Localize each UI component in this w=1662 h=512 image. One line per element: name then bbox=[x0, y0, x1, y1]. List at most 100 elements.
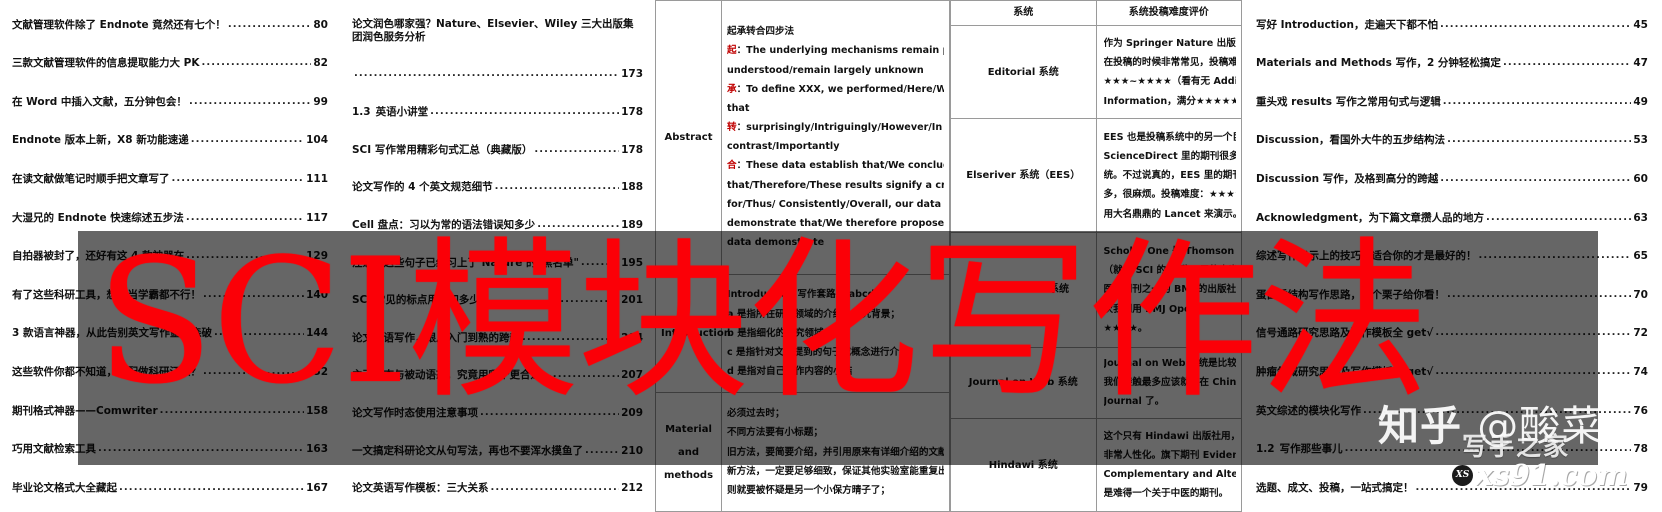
toc-entry[interactable]: 在 Word 中插入文献，五分钟包会！.....................… bbox=[12, 96, 328, 110]
toc-entry-title: 信号通路研究思路及写作模板全 get√ bbox=[1256, 327, 1434, 340]
content-line: ★★★★。 bbox=[1103, 322, 1148, 334]
table-row: Hindawi 系统这个只有 Hindawi 出版社用，投稿难度：★， 非常人性化… bbox=[950, 418, 1242, 512]
table-row: Elseriver 系统（EES） EES 也是投稿系统中的另一个巨头， Scien… bbox=[950, 118, 1242, 234]
leader-dots: ........................................… bbox=[1502, 57, 1632, 69]
content-line: 次我们用 BMJ Open 来演示。投稿难度 bbox=[1103, 303, 1237, 315]
toc-entry[interactable]: 一文搞定科研论文从句写法，再也不要浑水摸鱼了..................… bbox=[352, 445, 643, 459]
toc-entry[interactable]: 文献管理软件除了 Endnote 竟然还有七个！................… bbox=[12, 19, 328, 33]
toc-entry-page: 45 bbox=[1633, 18, 1648, 31]
toc-entry-title: SCI 写作常用精彩句式汇总（典藏版） bbox=[352, 143, 533, 156]
toc-entry-page: 70 bbox=[1633, 288, 1648, 301]
toc-entry-page: 204 bbox=[621, 331, 643, 344]
toc-entry-title: Cell 盘点：习以为常的语法错误知多少 bbox=[352, 218, 536, 231]
toc-entry[interactable]: 有了这些科研工具，想不当学霸都不行！......................… bbox=[12, 289, 328, 303]
toc-entry[interactable]: 三款文献管理软件的信息提取能力大 PK.....................… bbox=[12, 57, 328, 71]
toc-entry-title: 注意！这些句子已经习上了 Nature 的"黑名单" bbox=[352, 256, 579, 269]
toc-entry[interactable]: SCI 常见的标点用法知多少..........................… bbox=[352, 294, 643, 308]
content-line: contrast/Importantly bbox=[727, 137, 944, 156]
toc-entry[interactable]: 综述写作必示上的技巧，适合你的才是最好的！...................… bbox=[1256, 250, 1648, 264]
content-line-text: 则就要被怀疑是另一个小保方晴子了； bbox=[727, 484, 891, 496]
toc-entry-title: Endnote 版本上新，X8 新功能速递 bbox=[12, 134, 189, 147]
toc-entry[interactable]: 论文写作的 4 个英文规范细节.........................… bbox=[352, 181, 643, 195]
content-line-text: 不同方法要有小标题； bbox=[727, 427, 823, 439]
content-line: Introduction 写作套路之 abcd bbox=[727, 285, 944, 304]
toc-entry[interactable]: 在读文献做笔记时顺手把文章写了.........................… bbox=[12, 173, 328, 187]
toc-entry-page: 79 bbox=[1633, 481, 1648, 494]
toc-entry-title: 选题、成文、投稿，一站式搞定！ bbox=[1256, 481, 1414, 494]
toc-entry-page: 129 bbox=[306, 250, 328, 263]
toc-column-5: 写好 Introduction，走遍天下都不怕.................… bbox=[1242, 0, 1662, 512]
toc-entry[interactable]: Endnote 版本上新，X8 新功能速递...................… bbox=[12, 134, 328, 148]
content-line-text: ：surprisingly/Intriguingly/However/In bbox=[736, 122, 943, 134]
toc-entry-title: 英文综述的模块化写作 bbox=[1256, 404, 1361, 417]
content-line: 转：surprisingly/Intriguingly/However/In bbox=[727, 118, 944, 137]
toc-entry[interactable]: 写好 Introduction，走遍天下都不怕.................… bbox=[1256, 19, 1648, 33]
leader-dots: ........................................… bbox=[490, 482, 620, 494]
section-label: Abstract bbox=[655, 0, 722, 275]
toc-entry-title: 大湿兄的 Endnote 快速综述五步法 bbox=[12, 211, 184, 224]
toc-entry[interactable]: Materials and Methods 写作，2 分钟轻松搞定.......… bbox=[1256, 57, 1648, 71]
leader-dots: ........................................… bbox=[585, 444, 620, 456]
toc-entry[interactable]: 毕业论文格式大全藏起..............................… bbox=[12, 482, 328, 496]
section-content: 必须过去时； 不同方法要有小标题； 旧方法，要简要介绍，并引用原来有详细介绍的文献；… bbox=[721, 392, 950, 512]
toc-entry[interactable]: 英文综述的模块化写作..............................… bbox=[1256, 405, 1648, 419]
toc-column-1: 文献管理软件除了 Endnote 竟然还有七个！................… bbox=[0, 0, 340, 512]
toc-entry-page: 144 bbox=[306, 327, 328, 340]
content-line: 则就要被怀疑是另一个小保方晴子了； bbox=[727, 481, 944, 500]
leader-dots: ........................................… bbox=[186, 250, 304, 262]
leader-dots: ........................................… bbox=[580, 256, 619, 268]
toc-entry[interactable]: 重头戏 results 写作之常用句式与逻辑..................… bbox=[1256, 96, 1648, 110]
toc-entry[interactable]: 论文英语写作模板：三大关系...........................… bbox=[352, 482, 643, 496]
content-line: a 是指所在研究领域的介绍，研究背景； bbox=[727, 305, 944, 324]
toc-entry[interactable]: 蛋白质结构写作思路，举个栗子给你看！......................… bbox=[1256, 289, 1648, 303]
leader-dots: ........................................… bbox=[188, 95, 312, 107]
toc-entry[interactable]: 期刊格式神器——Comwriter.......................… bbox=[12, 405, 328, 419]
toc-entry-page: 76 bbox=[1633, 404, 1648, 417]
toc-entry-title: Acknowledgment，为下篇文章攒人品的地方 bbox=[1256, 211, 1485, 224]
toc-entry-continuation[interactable]: ........................................… bbox=[352, 68, 643, 82]
toc-entry-page: 74 bbox=[1633, 366, 1648, 379]
toc-entry-title: 主动语态与被动语态，究竟用哪个更合适 bbox=[352, 369, 541, 382]
step-marker: 合 bbox=[727, 160, 737, 172]
content-line: 用大名鼎鼎的 Lancet 来演示。 bbox=[1103, 208, 1237, 220]
toc-entry[interactable]: 注意！这些句子已经习上了 Nature 的"黑名单"..............… bbox=[352, 257, 643, 271]
table-row: Introduction Introduction 写作套路之 abcd a 是指所… bbox=[655, 273, 950, 394]
toc-entry[interactable]: Discussion 写作，及格到高分的跨越..................… bbox=[1256, 173, 1648, 187]
content-line: demonstrate that/We therefore propose th… bbox=[727, 214, 944, 233]
leader-dots: ........................................… bbox=[190, 134, 304, 146]
content-line: ScienceDirect 里的期刊很多用的都是这个系 bbox=[1103, 151, 1237, 163]
toc-entry[interactable]: 巧用文献检索工具................................… bbox=[12, 443, 328, 457]
toc-entry[interactable]: SCI 写作常用精彩句式汇总（典藏版）.....................… bbox=[352, 144, 643, 158]
toc-entry-title: 在读文献做笔记时顺手把文章写了 bbox=[12, 172, 170, 185]
section-content: Introduction 写作套路之 abcd a 是指所在研究领域的介绍，研究背… bbox=[721, 273, 950, 394]
toc-entry-page: 201 bbox=[621, 294, 643, 307]
toc-entry[interactable]: 论文英语写作，跟从入门到熟的跨越........................… bbox=[352, 332, 643, 346]
toc-entry[interactable]: 主动语态与被动语态，究竟用哪个更合适......................… bbox=[352, 369, 643, 383]
toc-entry[interactable]: Cell 盘点：习以为常的语法错误知多少....................… bbox=[352, 219, 643, 233]
toc-entry-page: 53 bbox=[1633, 134, 1648, 147]
content-line-text: 起承转合四步法 bbox=[727, 26, 795, 38]
toc-entry[interactable]: 这些软件你都不知道，还配做科研汪么？......................… bbox=[12, 366, 328, 380]
toc-entry[interactable]: 大湿兄的 Endnote 快速综述五步法....................… bbox=[12, 212, 328, 226]
toc-entry[interactable]: 肿瘤领域研究思路及写作模板全 get√.....................… bbox=[1256, 366, 1648, 380]
toc-entry[interactable]: 1.3 英语小讲堂................................… bbox=[352, 106, 643, 120]
toc-entry[interactable]: Discussion，看国外大牛的五步结构法..................… bbox=[1256, 134, 1648, 148]
toc-entry[interactable]: 自拍器被封了，还好有这 4 款神器在......................… bbox=[12, 250, 328, 264]
table-row: Journal on Web 系统Journal on Web 系统是比较小众的… bbox=[950, 346, 1242, 420]
leader-dots: ........................................… bbox=[1344, 443, 1632, 455]
toc-entry-title: 自拍器被封了，还好有这 4 款神器在 bbox=[12, 250, 185, 263]
toc-entry[interactable]: 论文润色哪家强？Nature、Elsevier、Wiley 三大出版集团润色服务… bbox=[352, 18, 643, 44]
toc-entry[interactable]: 信号通路研究思路及写作模板全 get√.....................… bbox=[1256, 327, 1648, 341]
toc-entry-page: 212 bbox=[621, 482, 643, 495]
content-line: 我们接触最多应该就是在 Chinese Medical bbox=[1103, 377, 1237, 389]
leader-dots: ........................................… bbox=[213, 327, 304, 339]
toc-entry-title: 论文写作的 4 个英文规范细节 bbox=[352, 181, 493, 194]
content-line: 是难得一个关于中医的期刊。 bbox=[1103, 488, 1229, 500]
leader-dots: ........................................… bbox=[1442, 95, 1632, 107]
toc-entry[interactable]: 1.2 写作那些事儿...............................… bbox=[1256, 443, 1648, 457]
toc-entry[interactable]: Acknowledgment，为下篇文章攒人品的地方..............… bbox=[1256, 212, 1648, 226]
toc-entry[interactable]: 选题、成文、投稿，一站式搞定！.........................… bbox=[1256, 482, 1648, 496]
leader-dots: ........................................… bbox=[480, 407, 619, 419]
toc-entry[interactable]: 3 款语言神器，从此告别英文写作噩梦森破....................… bbox=[12, 327, 328, 341]
toc-entry[interactable]: 论文写作时态使用注意事项............................… bbox=[352, 407, 643, 421]
